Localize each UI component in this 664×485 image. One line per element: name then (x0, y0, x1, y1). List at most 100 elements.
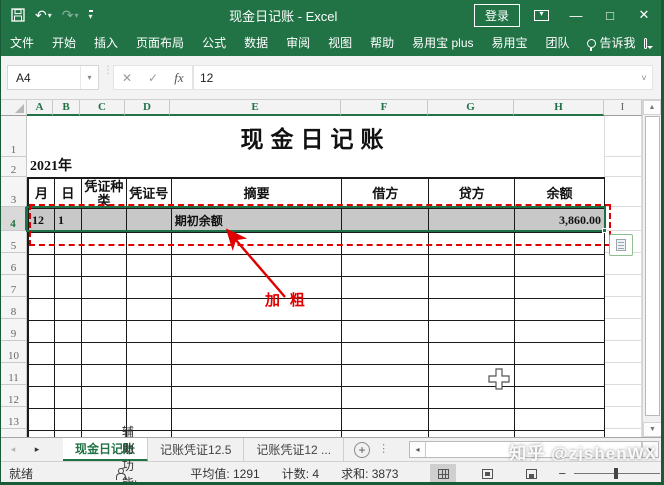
header-cell-4[interactable]: 摘要 (172, 179, 343, 209)
row-header-8[interactable]: 8 (1, 297, 27, 319)
header-cell-2[interactable]: 凭证种类 (82, 179, 127, 209)
formula-bar-expand-icon[interactable]: ˅ (636, 73, 652, 83)
zoom-out-button[interactable]: − (558, 466, 566, 481)
empty-cell[interactable] (429, 409, 515, 431)
name-box[interactable]: A4 ▾ (7, 65, 99, 90)
empty-cell[interactable] (82, 343, 127, 365)
empty-cell[interactable] (55, 233, 82, 255)
vertical-scroll-thumb[interactable] (645, 116, 660, 416)
minimize-button[interactable]: — (559, 0, 593, 30)
data-cell-7[interactable]: 3,860.00 (515, 209, 605, 233)
close-button[interactable]: ✕ (627, 0, 661, 30)
empty-cell[interactable] (172, 233, 343, 255)
empty-cell[interactable] (127, 343, 172, 365)
empty-cell[interactable] (342, 343, 429, 365)
ribbon-tab-7[interactable]: 视图 (319, 30, 361, 56)
empty-cell[interactable] (429, 233, 515, 255)
empty-cell[interactable] (429, 343, 515, 365)
empty-cell[interactable] (29, 299, 55, 321)
header-cell-6[interactable]: 贷方 (429, 179, 515, 209)
empty-cell[interactable] (515, 387, 605, 409)
undo-button[interactable]: ↶▾ (35, 7, 52, 24)
row-header-4[interactable]: 4 (1, 207, 27, 231)
ribbon-tab-4[interactable]: 公式 (193, 30, 235, 56)
header-cell-5[interactable]: 借方 (342, 179, 429, 209)
empty-cell[interactable] (29, 409, 55, 431)
sheet-nav-right-icon[interactable]: ▸ (25, 438, 49, 461)
grid-cell-i[interactable] (604, 363, 642, 385)
ribbon-tab-5[interactable]: 数据 (235, 30, 277, 56)
column-header-F[interactable]: F (341, 100, 428, 116)
empty-cell[interactable] (127, 233, 172, 255)
sheet-tab-1[interactable]: 记账凭证12 ... (244, 438, 344, 461)
zoom-slider-thumb[interactable] (614, 468, 618, 479)
empty-cell[interactable] (55, 321, 82, 343)
column-header-B[interactable]: B (53, 100, 80, 116)
new-sheet-button[interactable]: + (354, 442, 370, 458)
tell-me-tab[interactable]: 告诉我 (579, 30, 644, 56)
empty-cell[interactable] (29, 233, 55, 255)
grid-cell-i[interactable] (604, 157, 642, 177)
empty-cell[interactable] (82, 387, 127, 409)
row-header-2[interactable]: 2 (1, 157, 27, 177)
empty-cell[interactable] (342, 299, 429, 321)
data-cell-0[interactable]: 12 (29, 209, 55, 233)
namebox-dropdown-icon[interactable]: ▾ (80, 66, 98, 89)
row-header-12[interactable]: 12 (1, 385, 27, 407)
empty-cell[interactable] (342, 233, 429, 255)
cancel-entry-icon[interactable]: ✕ (114, 71, 140, 85)
empty-cell[interactable] (55, 277, 82, 299)
ribbon-tab-2[interactable]: 插入 (85, 30, 127, 56)
empty-cell[interactable] (29, 277, 55, 299)
confirm-entry-icon[interactable]: ✓ (140, 71, 166, 85)
ribbon-tab-3[interactable]: 页面布局 (127, 30, 193, 56)
column-header-D[interactable]: D (125, 100, 170, 116)
zoom-slider[interactable] (574, 473, 660, 474)
row-header-7[interactable]: 7 (1, 275, 27, 297)
header-cell-7[interactable]: 余额 (515, 179, 605, 209)
data-cell-1[interactable]: 1 (55, 209, 82, 233)
empty-cell[interactable] (342, 277, 429, 299)
row-header-9[interactable]: 9 (1, 319, 27, 341)
row-header-10[interactable]: 10 (1, 341, 27, 363)
empty-cell[interactable] (172, 343, 343, 365)
row-header-5[interactable]: 5 (1, 231, 27, 253)
empty-cell[interactable] (515, 321, 605, 343)
grid-cell-i[interactable] (604, 407, 642, 429)
empty-cell[interactable] (515, 299, 605, 321)
data-cell-4[interactable]: 期初余额 (172, 209, 343, 233)
ribbon-tab-11[interactable]: 团队 (537, 30, 579, 56)
empty-cell[interactable] (82, 321, 127, 343)
grid-cell-i[interactable] (604, 177, 642, 207)
save-icon[interactable] (11, 8, 25, 22)
empty-cell[interactable] (515, 277, 605, 299)
insert-function-icon[interactable]: fx (166, 70, 192, 86)
column-header-H[interactable]: H (514, 100, 604, 116)
header-cell-1[interactable]: 日 (55, 179, 82, 209)
data-cell-5[interactable] (342, 209, 429, 233)
empty-cell[interactable] (515, 233, 605, 255)
ribbon-tab-6[interactable]: 审阅 (277, 30, 319, 56)
column-header-A[interactable]: A (27, 100, 53, 116)
empty-cell[interactable] (29, 387, 55, 409)
year-cell[interactable]: 2021年 (27, 157, 604, 177)
redo-button[interactable]: ↷▾ (62, 7, 79, 24)
normal-view-button[interactable] (430, 464, 456, 484)
empty-cell[interactable] (429, 299, 515, 321)
horizontal-scroll-thumb[interactable] (426, 442, 642, 457)
scroll-left-icon[interactable]: ◂ (410, 442, 426, 457)
empty-cell[interactable] (515, 343, 605, 365)
data-cell-2[interactable] (82, 209, 127, 233)
grid-cell-i[interactable] (604, 116, 642, 157)
grid-cell-i[interactable] (604, 429, 642, 437)
empty-cell[interactable] (29, 343, 55, 365)
column-header-G[interactable]: G (428, 100, 514, 116)
grid-cell-i[interactable] (604, 385, 642, 407)
empty-cell[interactable] (55, 387, 82, 409)
ribbon-tab-10[interactable]: 易用宝 (483, 30, 537, 56)
scroll-down-icon[interactable]: ▼ (643, 422, 662, 437)
paste-options-button[interactable] (609, 234, 633, 256)
empty-cell[interactable] (429, 255, 515, 277)
header-cell-0[interactable]: 月 (29, 179, 55, 209)
ribbon-tab-9[interactable]: 易用宝 plus (403, 30, 482, 56)
